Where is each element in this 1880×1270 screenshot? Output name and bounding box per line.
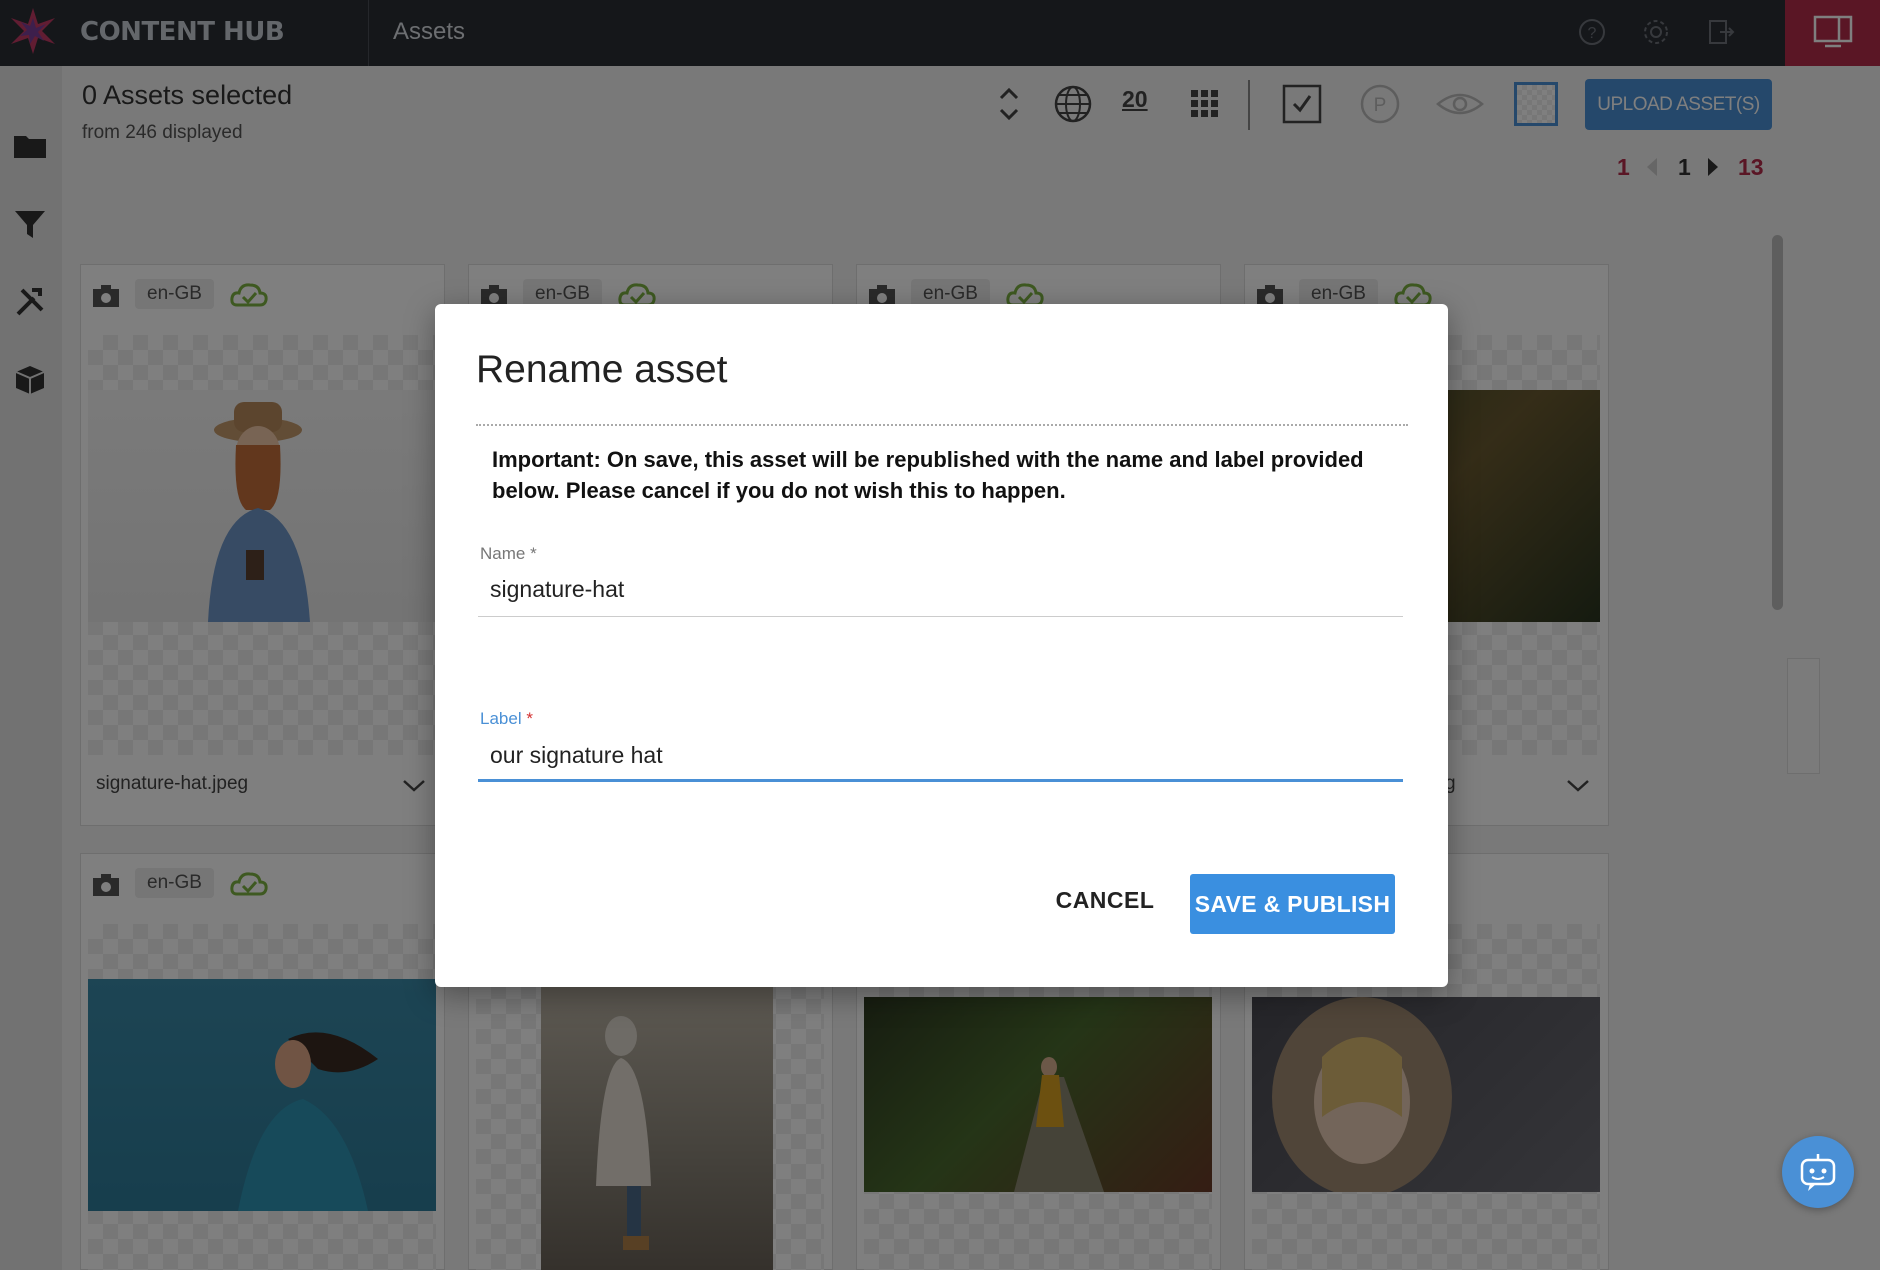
label-input[interactable] <box>478 734 1403 776</box>
label-label-text: Label <box>480 709 522 728</box>
dialog-divider <box>476 424 1408 426</box>
name-input[interactable] <box>478 568 1403 610</box>
cancel-button[interactable]: CANCEL <box>1035 870 1175 930</box>
dialog-warning: Important: On save, this asset will be r… <box>492 447 1364 503</box>
label-field-label: Label * <box>480 709 533 729</box>
required-mark: * <box>530 544 537 563</box>
chatbot-button[interactable] <box>1782 1136 1854 1208</box>
save-publish-button[interactable]: SAVE & PUBLISH <box>1190 874 1395 934</box>
dialog-title: Rename asset <box>476 348 728 391</box>
name-input-underline <box>478 616 1403 617</box>
required-mark: * <box>526 709 533 728</box>
label-input-underline <box>478 779 1403 782</box>
rename-asset-dialog: Rename asset Important: On save, this as… <box>435 304 1448 987</box>
name-label-text: Name <box>480 544 526 563</box>
name-field-label: Name * <box>480 544 537 564</box>
robot-chat-icon <box>1800 1154 1836 1191</box>
